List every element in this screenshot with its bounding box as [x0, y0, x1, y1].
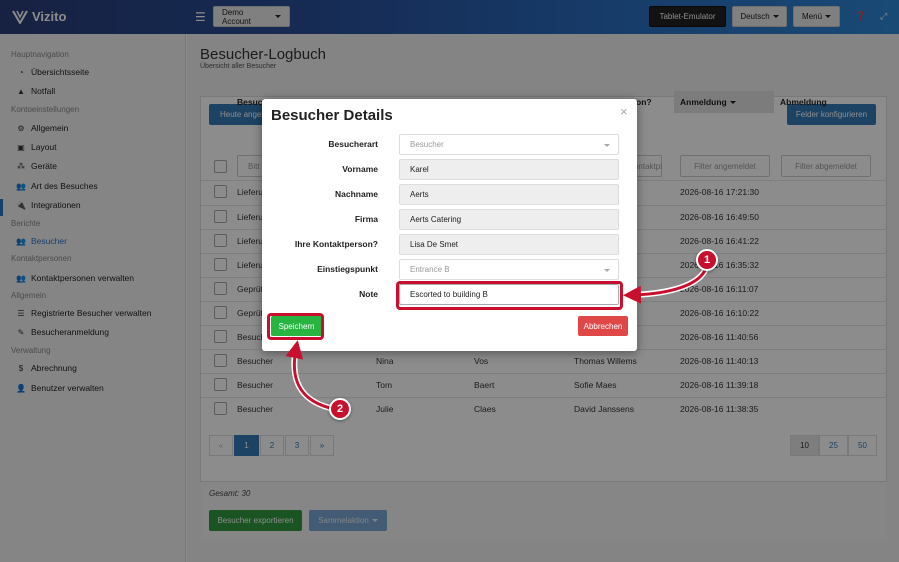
highlight-note-field [396, 281, 623, 310]
label-visitor-type: Besucherart [328, 139, 378, 149]
label-entry-point: Einstiegspunkt [317, 264, 378, 274]
company-field[interactable]: Aerts Catering [399, 209, 619, 230]
highlight-save-button [267, 313, 324, 340]
contact-person-field[interactable]: Lisa De Smet [399, 234, 619, 255]
step-badge-2: 2 [329, 398, 351, 420]
first-name-field[interactable]: Karel [399, 159, 619, 180]
label-first-name: Vorname [342, 164, 378, 174]
label-contact-person: Ihre Kontaktperson? [294, 239, 378, 249]
last-name-field[interactable]: Aerts [399, 184, 619, 205]
label-company: Firma [354, 214, 378, 224]
cancel-button[interactable]: Abbrechen [578, 316, 628, 336]
modal-title: Besucher Details [271, 107, 393, 124]
visitor-type-select[interactable]: Besucher [399, 134, 619, 155]
label-last-name: Nachname [335, 189, 378, 199]
close-icon[interactable]: × [620, 104, 628, 119]
entry-point-select[interactable]: Entrance B [399, 259, 619, 280]
label-note: Note [359, 289, 378, 299]
step-badge-1: 1 [696, 249, 718, 271]
